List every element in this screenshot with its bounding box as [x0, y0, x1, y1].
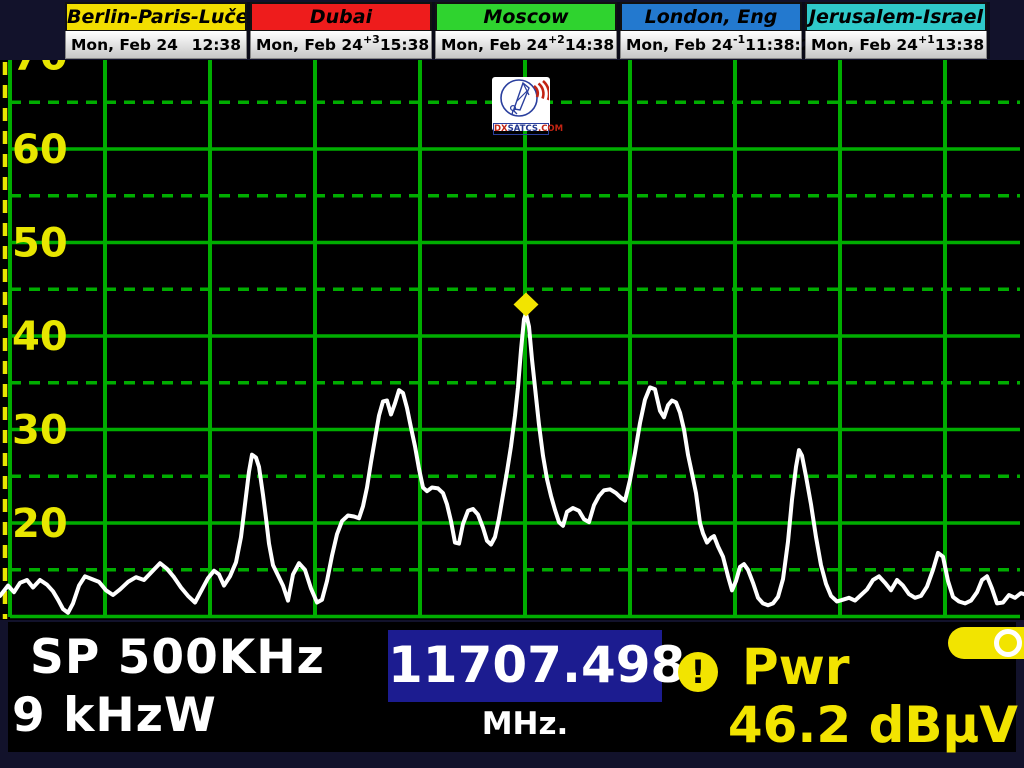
clock-time-row: Mon, Feb 24 +1 13:38: [805, 31, 987, 59]
spectrum-analyzer-screen: Berlin-Paris-Lučenec Mon, Feb 24 12:38 D…: [0, 0, 1024, 768]
frequency-readout: 11707.498: [388, 630, 662, 702]
clock-date: Mon, Feb 24: [441, 36, 548, 54]
warning-icon: !: [678, 652, 718, 692]
clock-time-row: Mon, Feb 24 12:38: [65, 31, 247, 59]
clock-time-row: Mon, Feb 24 +2 14:38: [435, 31, 617, 59]
spectrum-grid-svg: 70 60 50 40 30 20: [0, 60, 1024, 620]
clock-london: London, Eng Mon, Feb 24 -1 11:38:29: [620, 2, 805, 59]
clock-jerusalem: Jerusalem-Israel Mon, Feb 24 +1 13:38: [805, 2, 990, 59]
span-label: SP 500KHz: [30, 630, 325, 685]
spectrum-plot-area: 70 60 50 40 30 20: [0, 60, 1024, 620]
logo-text-dx: DX: [494, 124, 508, 134]
y-axis-label: 60: [12, 127, 68, 173]
y-axis-label: 70: [12, 60, 68, 80]
clock-utc-offset: +1: [918, 33, 935, 46]
frequency-unit-label: MHz.: [388, 706, 662, 742]
world-clock-bar: Berlin-Paris-Lučenec Mon, Feb 24 12:38 D…: [65, 2, 990, 59]
clock-date: Mon, Feb 24: [811, 36, 918, 54]
clock-city-label: Moscow: [435, 2, 617, 31]
clock-dubai: Dubai Mon, Feb 24 +3 15:38: [250, 2, 435, 59]
toggle-switch[interactable]: [948, 627, 1024, 659]
y-axis-label: 40: [12, 314, 68, 360]
clock-moscow: Moscow Mon, Feb 24 +2 14:38: [435, 2, 620, 59]
clock-utc-offset: +2: [548, 33, 565, 46]
clock-city-label: Jerusalem-Israel: [805, 2, 987, 31]
clock-utc-offset: +3: [363, 33, 380, 46]
y-axis-label: 30: [12, 408, 68, 454]
clock-time-row: Mon, Feb 24 +3 15:38: [250, 31, 432, 59]
clock-city-label: London, Eng: [620, 2, 802, 31]
clock-berlin: Berlin-Paris-Lučenec Mon, Feb 24 12:38: [65, 2, 250, 59]
satellite-dish-icon: [493, 77, 549, 119]
clock-time-row: Mon, Feb 24 -1 11:38:29: [620, 31, 802, 59]
y-axis-label: 50: [12, 221, 68, 267]
logo-text-com: .COM: [538, 124, 563, 134]
power-label: Pwr: [742, 638, 850, 696]
logo-text-satcs: SATCS: [508, 124, 538, 134]
clock-time: 14:38: [565, 36, 614, 54]
power-value: 46.2 dBµV: [728, 696, 1018, 754]
clock-utc-offset: -1: [733, 33, 745, 46]
clock-date: Mon, Feb 24: [71, 36, 178, 54]
toggle-thumb-icon: [994, 629, 1022, 657]
clock-city-label: Berlin-Paris-Lučenec: [65, 2, 247, 31]
dxsatcs-logo: DXSATCS.COM: [492, 77, 550, 131]
clock-time: 12:38: [192, 36, 241, 54]
y-axis-label: 20: [12, 501, 68, 547]
logo-wordmark: DXSATCS.COM: [493, 123, 549, 135]
clock-time: 13:38: [935, 36, 984, 54]
clock-time: 15:38: [380, 36, 429, 54]
peak-marker-diamond: [514, 293, 539, 317]
spectrum-trace: [0, 314, 1024, 613]
clock-city-label: Dubai: [250, 2, 432, 31]
clock-date: Mon, Feb 24: [256, 36, 363, 54]
bandwidth-label: 9 kHzW: [12, 688, 217, 743]
clock-date: Mon, Feb 24: [626, 36, 733, 54]
